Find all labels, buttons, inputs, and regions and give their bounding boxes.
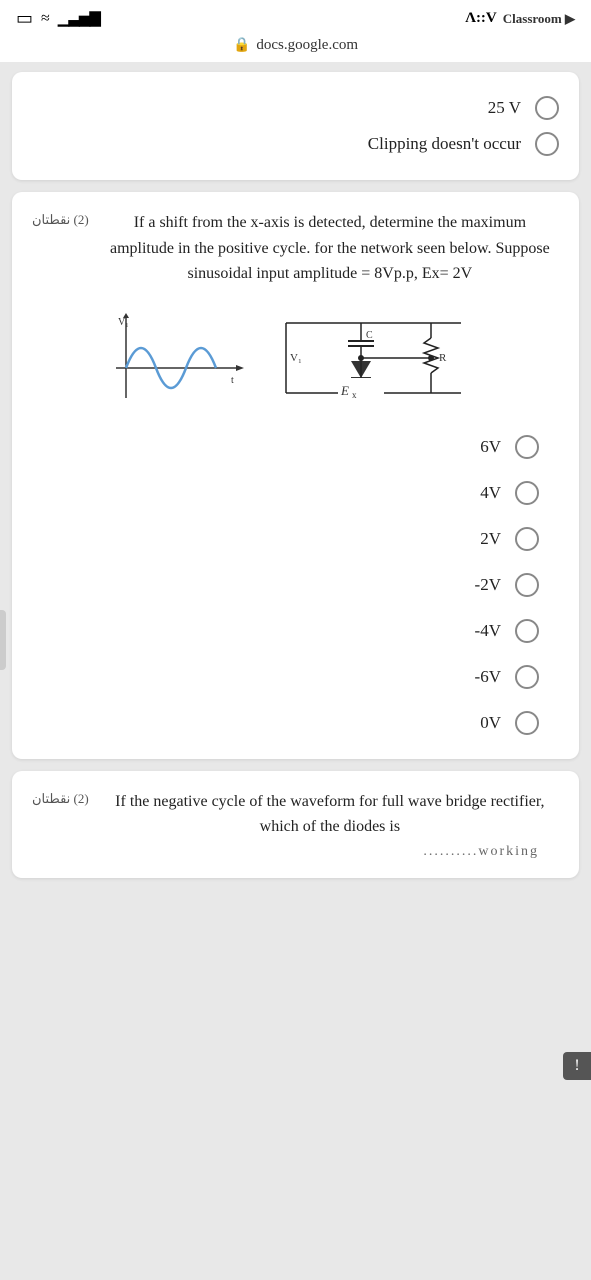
radio-4v[interactable]: [515, 481, 539, 505]
question-3-header: (2) نقطتان If the negative cycle of the …: [32, 789, 559, 860]
radio-neg4v[interactable]: [515, 619, 539, 643]
card-2: (2) نقطتان If a shift from the x-axis is…: [12, 192, 579, 759]
signal-icon: ▁▃▅▇: [58, 9, 100, 28]
question-2-header: (2) نقطتان If a shift from the x-axis is…: [32, 210, 559, 287]
option-neg6v-label: -6V: [475, 667, 501, 687]
circuit-diagram-area: V₁ t: [32, 303, 559, 413]
card-3: (2) نقطتان If the negative cycle of the …: [12, 771, 579, 878]
option-2v: 2V: [480, 521, 539, 557]
svg-text:V₁: V₁: [290, 352, 302, 364]
status-bar: ▭ ≈ ▁▃▅▇ Λ::V Classroom ▶: [0, 0, 591, 33]
radio-0v[interactable]: [515, 711, 539, 735]
points-badge-3: (2) نقطتان: [32, 791, 89, 807]
card-1: 25 V Clipping doesn't occur: [12, 72, 579, 180]
option-4v: 4V: [480, 475, 539, 511]
question-3-body: If the negative cycle of the waveform fo…: [101, 789, 559, 860]
svg-text:t: t: [231, 375, 234, 386]
radio-neg6v[interactable]: [515, 665, 539, 689]
option-neg4v: -4V: [475, 613, 539, 649]
option-neg2v: -2V: [475, 567, 539, 603]
option-0v: 0V: [480, 705, 539, 741]
ellipsis-text: ..........working: [423, 844, 539, 859]
options-list-2: 6V 4V 2V -2V -4V -6V: [32, 429, 559, 741]
radio-6v[interactable]: [515, 435, 539, 459]
option-0v-label: 0V: [480, 713, 501, 733]
option-4v-label: 4V: [480, 483, 501, 503]
radio-2v[interactable]: [515, 527, 539, 551]
lock-icon: 🔒: [233, 37, 250, 54]
status-left: ▭ ≈ ▁▃▅▇: [16, 8, 100, 29]
circuit-schematic: C V₁ E x R: [276, 303, 476, 413]
side-tab: [0, 610, 6, 670]
points-badge-2: (2) نقطتان: [32, 212, 89, 228]
svg-text:E: E: [340, 383, 349, 398]
address-bar: 🔒 docs.google.com: [0, 33, 591, 62]
radio-clipping[interactable]: [535, 132, 559, 156]
option-6v: 6V: [480, 429, 539, 465]
option-6v-label: 6V: [480, 437, 501, 457]
question-3-text: If the negative cycle of the waveform fo…: [101, 789, 559, 840]
option-neg2v-label: -2V: [475, 575, 501, 595]
wifi-icon: ≈: [41, 10, 50, 28]
option-2v-label: 2V: [480, 529, 501, 549]
app-title: Λ::V: [465, 10, 497, 27]
question-2-text: If a shift from the x-axis is detected, …: [101, 210, 559, 287]
radio-25v[interactable]: [535, 96, 559, 120]
answer-25v-label: 25 V: [488, 98, 521, 118]
radio-neg2v[interactable]: [515, 573, 539, 597]
svg-text:x: x: [352, 390, 357, 400]
url-text[interactable]: docs.google.com: [256, 37, 358, 54]
notification-button[interactable]: !: [563, 1052, 591, 1080]
screen-icon: ▭: [16, 8, 33, 29]
answer-row-1: 25 V: [32, 90, 559, 126]
content-area: 25 V Clipping doesn't occur (2) نقطتان I…: [0, 62, 591, 888]
waveform-diagram: V₁ t: [116, 313, 246, 403]
svg-text:V₁: V₁: [118, 317, 129, 328]
option-neg4v-label: -4V: [475, 621, 501, 641]
ellipsis-line: ..........working: [101, 842, 559, 860]
svg-text:C: C: [366, 330, 373, 341]
option-neg6v: -6V: [475, 659, 539, 695]
classroom-link[interactable]: Classroom ▶: [503, 11, 575, 27]
answer-clipping-label: Clipping doesn't occur: [368, 134, 521, 154]
svg-text:R: R: [439, 352, 447, 364]
answer-row-2: Clipping doesn't occur: [32, 126, 559, 162]
status-right: Λ::V Classroom ▶: [465, 10, 575, 27]
